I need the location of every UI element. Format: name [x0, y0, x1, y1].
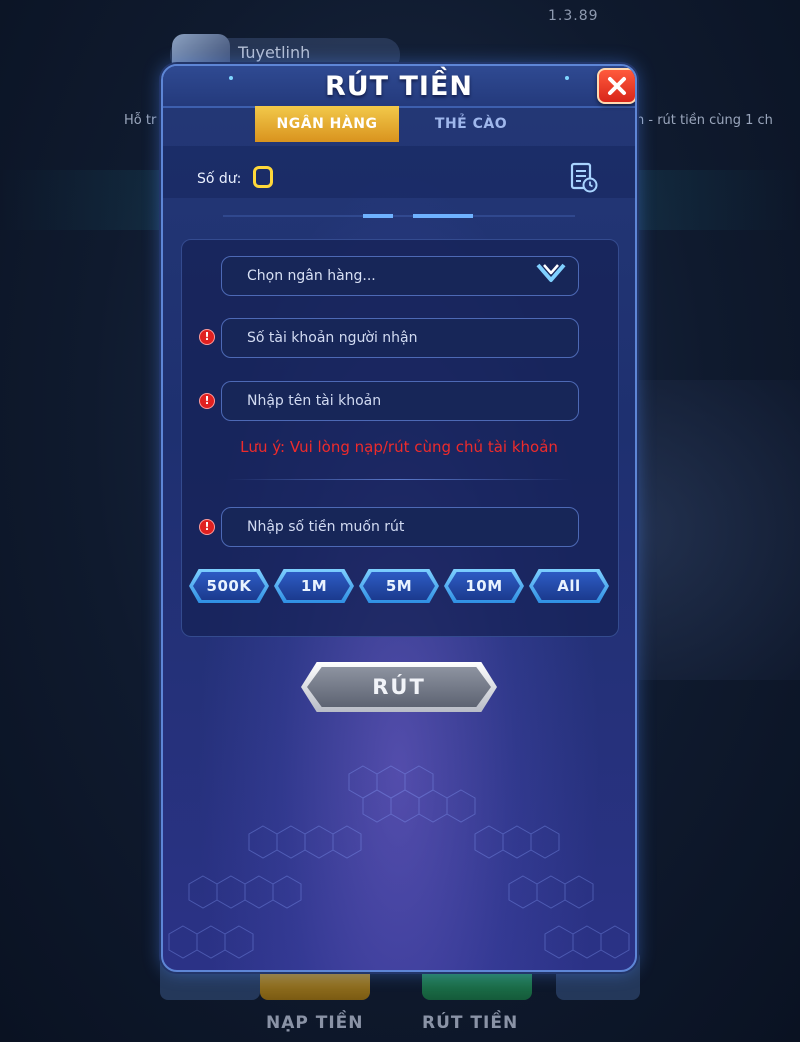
quick-amount-label: 500K [193, 572, 265, 600]
warning-note: Lưu ý: Vui lòng nạp/rút cùng chủ tài kho… [240, 438, 558, 456]
quick-amount-1m-button[interactable]: 1M [274, 569, 354, 603]
marquee-text-left: Hỗ tr [124, 113, 157, 128]
account-name-input[interactable] [221, 381, 579, 421]
submit-label: RÚT [307, 667, 491, 707]
info-icon: ! [199, 519, 215, 535]
note-divider [227, 479, 571, 480]
quick-amount-500k-button[interactable]: 500K [189, 569, 269, 603]
dialog-title: RÚT TIỀN [324, 71, 474, 102]
version-label: 1.3.89 [548, 8, 599, 24]
quick-amount-10m-button[interactable]: 10M [444, 569, 524, 603]
nav-withdraw-label[interactable]: RÚT TIỀN [422, 1013, 518, 1033]
history-icon[interactable] [569, 162, 599, 194]
quick-amount-5m-button[interactable]: 5M [359, 569, 439, 603]
amount-input[interactable] [221, 507, 579, 547]
quick-amount-label: 5M [363, 572, 435, 600]
marquee-text-right: n - rút tiền cùng 1 ch [636, 113, 773, 128]
quick-amount-all-button[interactable]: All [529, 569, 609, 603]
quick-amount-label: 10M [448, 572, 520, 600]
bank-select[interactable]: Chọn ngân hàng... [221, 256, 579, 296]
close-button[interactable] [597, 68, 635, 104]
balance-label: Số dư: [197, 171, 242, 187]
section-divider [223, 214, 575, 218]
dialog-header: RÚT TIỀN [163, 66, 635, 108]
username: Tuyetlinh [238, 43, 311, 62]
tab-bar: NGÂN HÀNG THẺ CÀO [255, 106, 543, 142]
info-icon: ! [199, 329, 215, 345]
close-icon [608, 77, 626, 95]
chevron-down-icon[interactable] [535, 262, 567, 284]
info-icon: ! [199, 393, 215, 409]
tab-bank[interactable]: NGÂN HÀNG [255, 106, 399, 142]
account-number-input[interactable] [221, 318, 579, 358]
tab-card[interactable]: THẺ CÀO [399, 106, 543, 142]
balance-value: 0 [253, 166, 273, 188]
withdraw-dialog: RÚT TIỀN NGÂN HÀNG THẺ CÀO Số dư: 0 Chọn… [161, 64, 637, 972]
withdraw-submit-button[interactable]: RÚT [301, 662, 497, 712]
quick-amount-label: All [533, 572, 605, 600]
hexagon-pattern [168, 765, 630, 959]
quick-amount-label: 1M [278, 572, 350, 600]
nav-deposit-label[interactable]: NẠP TIỀN [266, 1013, 364, 1033]
